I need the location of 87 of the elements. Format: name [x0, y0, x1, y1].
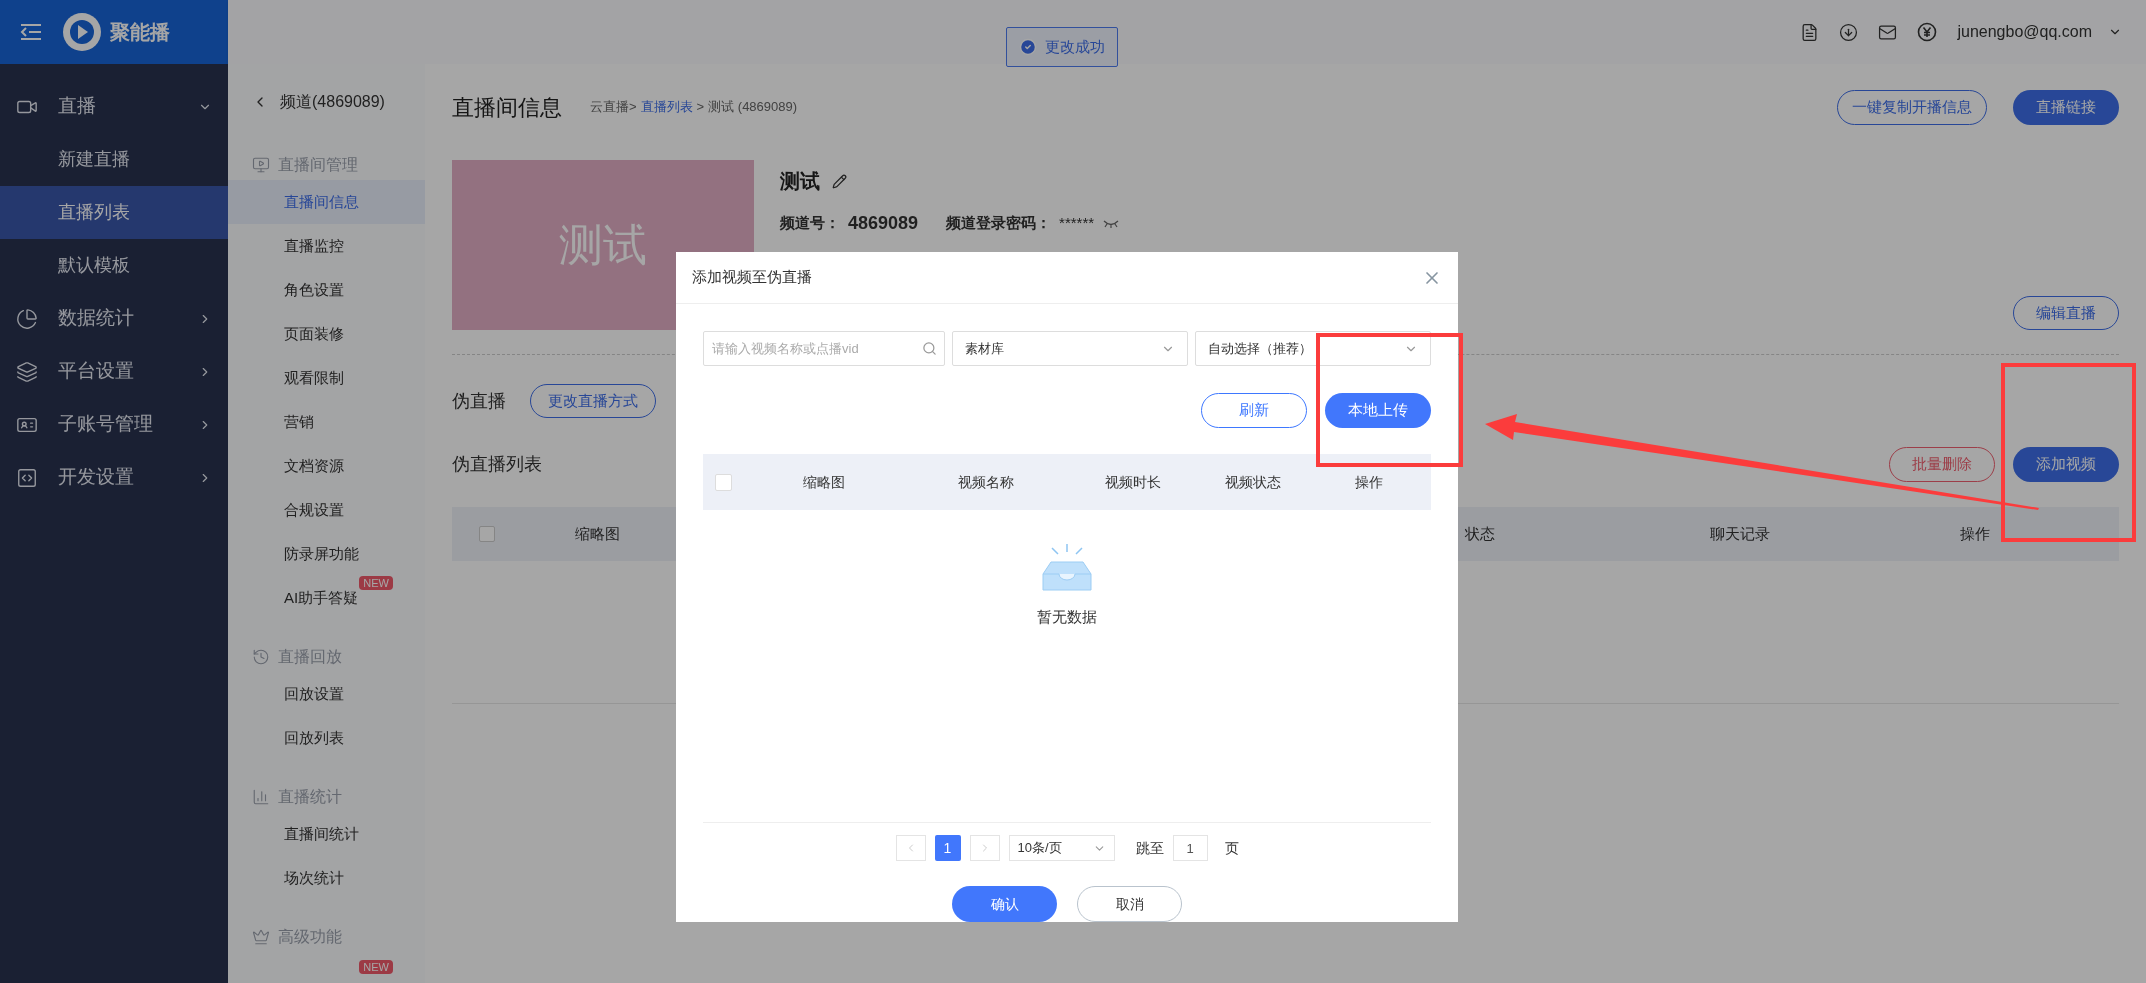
- new-badge: NEW: [359, 576, 393, 590]
- nav-item[interactable]: 开发设置: [0, 451, 228, 504]
- section-title: 直播统计: [278, 787, 342, 807]
- column-header: 缩略图: [573, 523, 621, 544]
- column-header: 视频时长: [1104, 472, 1162, 492]
- select-field[interactable]: 自动选择（推荐）: [1195, 331, 1431, 366]
- subnav-item[interactable]: 页面装修: [228, 312, 425, 356]
- subnav-item[interactable]: 角色设置: [228, 268, 425, 312]
- nav-item[interactable]: 平台设置: [0, 345, 228, 398]
- nav-icon: [16, 307, 38, 330]
- section-title: 高级功能: [278, 927, 342, 947]
- back-link[interactable]: 频道(4869089): [228, 90, 425, 114]
- password-label: 频道登录密码：: [946, 213, 1052, 234]
- breadcrumb-link[interactable]: 直播列表: [640, 97, 693, 117]
- confirm-button[interactable]: 确认: [952, 886, 1057, 922]
- breadcrumb-text: 云直播>: [590, 98, 637, 117]
- nav-icon: [16, 466, 38, 489]
- column-header: 操作: [1354, 472, 1384, 492]
- nav-subitem[interactable]: 默认模板: [0, 239, 228, 292]
- menu-icon[interactable]: [20, 23, 42, 41]
- subnav-item[interactable]: 回放列表: [228, 716, 425, 760]
- nav-item[interactable]: 子账号管理: [0, 398, 228, 451]
- column-header: 操作: [1959, 523, 1991, 544]
- list-title: 伪直播列表: [452, 452, 542, 476]
- checkbox[interactable]: [714, 473, 732, 491]
- toast: 更改成功: [1006, 27, 1118, 67]
- section-icon: [252, 156, 270, 174]
- page-size-select[interactable]: 10条/页: [1008, 835, 1115, 861]
- nav-item[interactable]: 直播: [0, 80, 228, 133]
- subnav-item[interactable]: 营销: [228, 400, 425, 444]
- eye-closed-icon[interactable]: [1102, 218, 1121, 229]
- subnav-item[interactable]: 防录屏功能: [228, 532, 425, 576]
- subnav-item[interactable]: 直播间信息: [228, 180, 425, 224]
- nav-item[interactable]: 数据统计: [0, 292, 228, 345]
- page-unit: 页: [1224, 838, 1239, 858]
- mode-label: 伪直播: [452, 389, 506, 413]
- logo-icon: [62, 12, 102, 52]
- subnav-item[interactable]: 观看限制: [228, 356, 425, 400]
- search-icon: [922, 341, 937, 356]
- subnav-item[interactable]: 回放设置: [228, 672, 425, 716]
- live-link-button[interactable]: 直播链接: [2013, 89, 2119, 125]
- column-header: 聊天记录: [1709, 523, 1771, 544]
- check-icon: [1019, 38, 1037, 56]
- page-title: 直播间信息: [452, 93, 562, 122]
- edit-live-button[interactable]: 编辑直播: [2013, 296, 2119, 330]
- search-field[interactable]: 请输入视频名称或点播vid: [703, 331, 945, 366]
- page-button[interactable]: 1: [934, 835, 961, 861]
- channel-id-label: 频道号：: [780, 213, 840, 234]
- edit-icon[interactable]: [832, 173, 847, 189]
- copy-info-button[interactable]: 一键复制开播信息: [1837, 89, 1987, 125]
- section-title: 直播回放: [278, 647, 342, 667]
- upload-button[interactable]: 本地上传: [1325, 393, 1431, 428]
- subnav-item[interactable]: 直播间统计: [228, 812, 425, 856]
- empty-inbox-icon: [1039, 544, 1095, 592]
- select-field[interactable]: 素材库: [952, 331, 1188, 366]
- subnav-item[interactable]: 场次统计: [228, 856, 425, 900]
- breadcrumb-text: 测试 (4869089): [708, 98, 798, 117]
- download-icon[interactable]: [1839, 22, 1859, 42]
- section-icon: [252, 928, 270, 946]
- column-header: 视频状态: [1224, 472, 1282, 492]
- jump-label: 跳至: [1135, 838, 1164, 858]
- nav-subitem[interactable]: 新建直播: [0, 133, 228, 186]
- change-mode-button[interactable]: 更改直播方式: [530, 384, 656, 418]
- password-value: ******: [1059, 213, 1095, 234]
- subnav-item[interactable]: 文档资源: [228, 444, 425, 488]
- column-header: 缩略图: [802, 472, 846, 492]
- column-header: 状态: [1464, 523, 1496, 544]
- subnav-item[interactable]: 直播监控: [228, 224, 425, 268]
- section-icon: [252, 788, 270, 806]
- subnav-item[interactable]: 合规设置: [228, 488, 425, 532]
- subnav-item[interactable]: AI助手答疑 NEW: [228, 576, 425, 620]
- yen-icon[interactable]: [1917, 22, 1938, 42]
- breadcrumb-text: >: [696, 98, 705, 117]
- page-jump-field[interactable]: 1: [1172, 835, 1208, 861]
- channel-id: 4869089: [848, 212, 919, 235]
- checkbox[interactable]: [479, 526, 495, 542]
- logo-text: 聚能播: [110, 20, 170, 45]
- user-menu[interactable]: junengbo@qq.com: [1957, 20, 2122, 44]
- section-icon: [252, 648, 270, 666]
- add-video-button[interactable]: 添加视频: [2013, 446, 2119, 482]
- new-badge: NEW: [359, 960, 393, 974]
- channel-name: 测试: [780, 169, 820, 194]
- empty-text: 暂无数据: [1037, 607, 1097, 627]
- section-title: 直播间管理: [278, 155, 358, 175]
- nav-icon: [16, 360, 38, 383]
- column-header: 视频名称: [957, 472, 1015, 492]
- nav-subitem[interactable]: 直播列表: [0, 186, 228, 239]
